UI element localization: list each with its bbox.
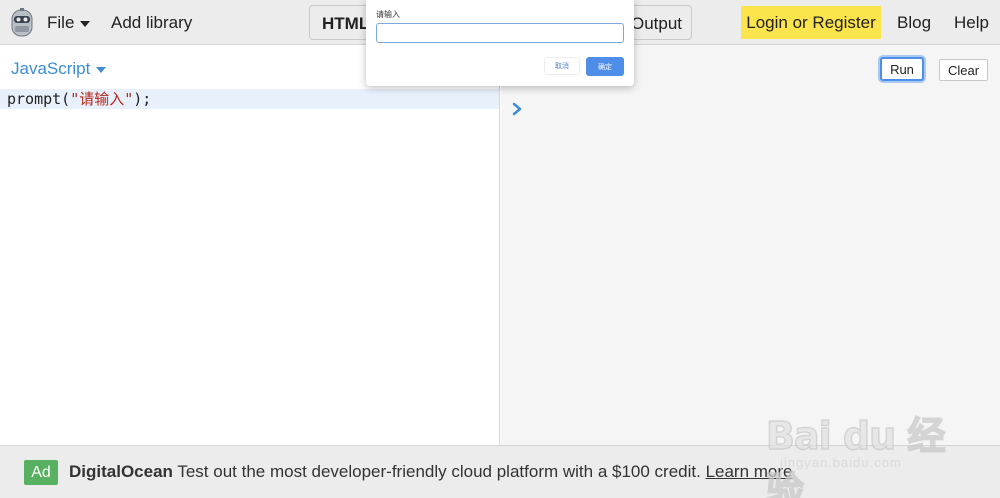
tab-output[interactable]: Output [631, 14, 682, 34]
caret-down-icon [96, 66, 107, 73]
tab-html[interactable]: HTML [322, 14, 369, 34]
ad-badge: Ad [24, 460, 58, 485]
language-select[interactable]: JavaScript [11, 59, 107, 79]
ad-brand[interactable]: DigitalOcean [69, 462, 173, 481]
ad-description: Test out the most developer-friendly clo… [172, 462, 706, 481]
dialog-ok-button[interactable]: 确定 [586, 57, 624, 76]
add-library-menu[interactable]: Add library [111, 13, 192, 33]
add-library-label: Add library [111, 13, 193, 32]
watermark-url: jingyan.baidu.com [780, 455, 902, 470]
blog-link[interactable]: Blog [897, 13, 931, 33]
caret-down-icon [80, 20, 91, 27]
code-line[interactable]: prompt("请输入"); [0, 89, 499, 109]
run-button[interactable]: Run [880, 57, 924, 81]
code-function: prompt( [7, 90, 71, 108]
code-string: "请输入" [70, 90, 134, 108]
chevron-right-icon [512, 102, 522, 116]
file-menu[interactable]: File [47, 13, 91, 33]
login-register-button[interactable]: Login or Register [741, 6, 881, 39]
code-end: ); [133, 90, 152, 108]
dialog-input[interactable] [376, 23, 624, 43]
jsbin-robot-icon[interactable] [9, 8, 35, 38]
console-pane[interactable] [501, 45, 1000, 445]
file-menu-label: File [47, 13, 75, 32]
watermark-logo: Bai du 经验 [765, 413, 946, 498]
clear-button[interactable]: Clear [939, 59, 988, 81]
dialog-message: 请输入 [376, 10, 400, 19]
language-label: JavaScript [11, 59, 91, 78]
javascript-editor-pane: JavaScript prompt("请输入"); [0, 45, 500, 445]
baidu-watermark: Bai du 经验 jingyan.baidu.com [765, 400, 976, 498]
ad-text: DigitalOcean Test out the most developer… [69, 462, 793, 482]
dialog-cancel-button[interactable]: 取消 [544, 57, 580, 75]
help-link[interactable]: Help [954, 13, 989, 33]
